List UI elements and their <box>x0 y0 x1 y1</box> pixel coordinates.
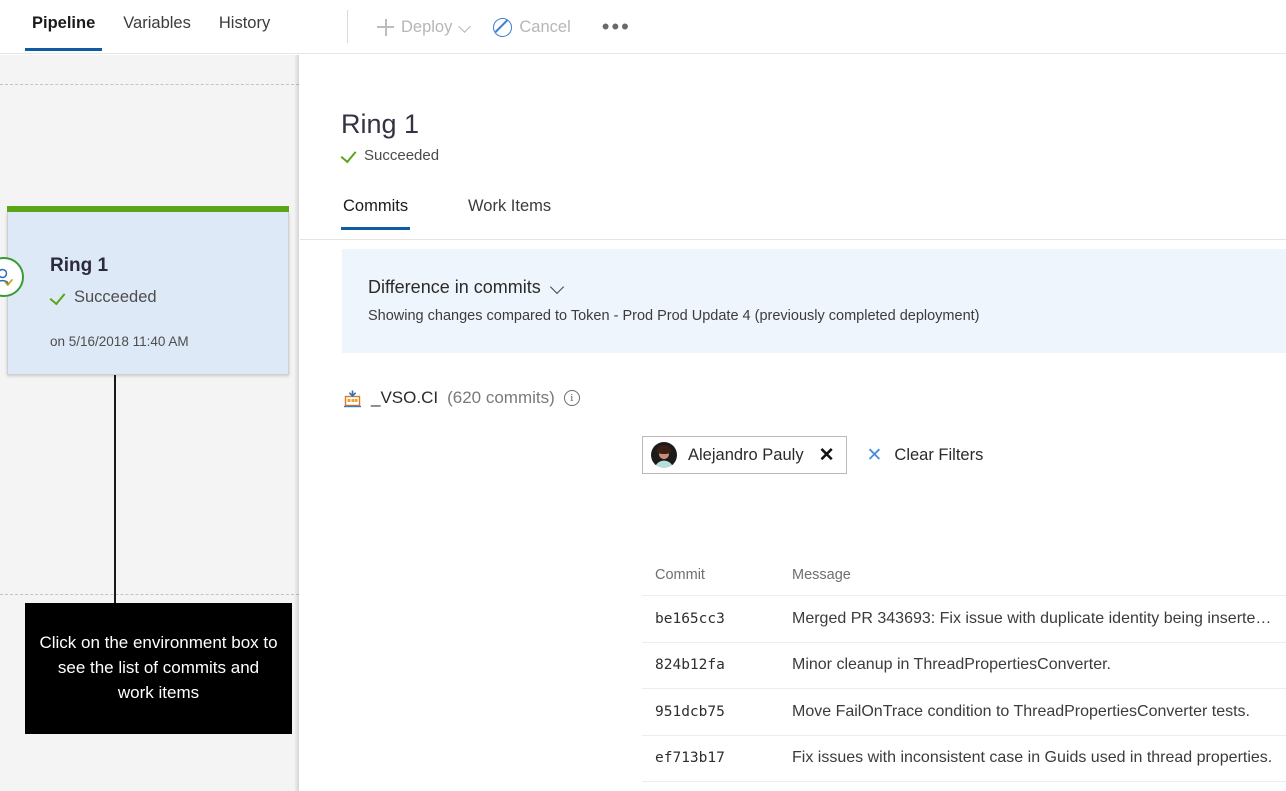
column-header-message: Message <box>792 567 851 583</box>
table-row[interactable]: 951dcb75 Move FailOnTrace condition to T… <box>642 688 1286 735</box>
tab-pipeline[interactable]: Pipeline <box>18 0 109 54</box>
tab-work-items-label: Work Items <box>468 197 552 215</box>
instruction-callout: Click on the environment box to see the … <box>25 603 292 734</box>
table-row[interactable]: ef713b17 Fix issues with inconsistent ca… <box>642 734 1286 782</box>
tab-variables-label: Variables <box>123 14 191 32</box>
tab-pipeline-label: Pipeline <box>32 14 96 32</box>
commit-message: Minor cleanup in ThreadPropertiesConvert… <box>792 656 1111 674</box>
detail-tab-strip: Commits Work Items <box>300 197 1286 240</box>
cancel-circle-icon <box>493 17 513 37</box>
build-artifact-icon <box>344 390 361 407</box>
environment-card-status-bar <box>7 206 289 212</box>
tab-commits[interactable]: Commits <box>340 197 411 230</box>
page-title: Ring 1 <box>341 109 420 139</box>
top-toolbar: Pipeline Variables History Deploy Cancel… <box>0 0 1286 54</box>
environment-card-title: Ring 1 <box>50 255 109 276</box>
author-filter-chip-label: Alejandro Pauly <box>688 445 804 464</box>
check-icon <box>50 289 67 306</box>
filter-bar: Alejandro Pauly ✕ ✕ Clear Filters <box>642 436 983 474</box>
deploy-button[interactable]: Deploy <box>368 14 480 41</box>
environment-card-ring-1[interactable]: Ring 1 Succeeded on 5/16/2018 11:40 AM <box>7 206 289 375</box>
info-icon[interactable]: i <box>563 390 580 406</box>
column-header-commit: Commit <box>655 567 705 583</box>
commits-table: Commit Message Author be165cc3 Merged PR… <box>642 555 1286 791</box>
author-filter-chip[interactable]: Alejandro Pauly ✕ <box>642 436 847 474</box>
ellipsis-icon: ••• <box>601 14 631 39</box>
instruction-callout-text: Click on the environment box to see the … <box>39 633 278 702</box>
status-badge-label: Succeeded <box>364 147 440 164</box>
close-icon: ✕ <box>866 444 883 466</box>
commit-hash: be165cc3 <box>655 610 725 627</box>
tab-history-label: History <box>218 14 271 32</box>
close-icon[interactable]: ✕ <box>819 446 835 465</box>
commit-hash: 951dcb75 <box>655 703 725 720</box>
chevron-down-icon <box>551 281 565 295</box>
canvas-dashed-divider-top <box>0 84 299 85</box>
tab-variables[interactable]: Variables <box>109 0 205 54</box>
toolbar-separator <box>347 10 348 43</box>
commit-message: Merged PR 343693: Fix issue with duplica… <box>792 609 1272 627</box>
table-row[interactable]: 093bb8b0 Add tests to verify whether or … <box>642 781 1286 791</box>
more-actions-button[interactable]: ••• <box>592 16 641 38</box>
difference-in-commits-subtitle: Showing changes compared to Token - Prod… <box>368 308 980 324</box>
clear-filters-label: Clear Filters <box>894 445 984 464</box>
check-icon <box>341 147 358 164</box>
deploy-button-label: Deploy <box>401 17 453 36</box>
environment-card-status-label: Succeeded <box>74 288 157 306</box>
commit-hash: ef713b17 <box>655 750 725 767</box>
canvas-dashed-divider-bottom <box>0 594 299 595</box>
difference-in-commits-banner: Difference in commits Showing changes co… <box>342 249 1286 353</box>
tab-commits-label: Commits <box>343 197 409 215</box>
callout-connector-line <box>114 375 116 603</box>
commit-hash: 824b12fa <box>655 657 725 674</box>
difference-in-commits-toggle[interactable]: Difference in commits <box>368 277 565 298</box>
tab-history[interactable]: History <box>205 0 284 54</box>
cancel-button-label: Cancel <box>519 17 571 36</box>
environment-card-status: Succeeded <box>50 288 157 307</box>
avatar <box>651 442 677 468</box>
difference-in-commits-title: Difference in commits <box>368 277 541 297</box>
table-row[interactable]: be165cc3 Merged PR 343693: Fix issue wit… <box>642 595 1286 642</box>
clear-filters-button[interactable]: ✕ Clear Filters <box>867 446 984 465</box>
environment-detail-pane: Ring 1 Succeeded Commits Work Items Diff… <box>300 55 1286 791</box>
repository-header: _VSO.CI (620 commits) i <box>343 388 580 408</box>
repository-commit-count: (620 commits) <box>447 388 555 407</box>
plus-icon <box>377 18 394 36</box>
commits-table-header: Commit Message Author <box>642 555 1286 595</box>
table-row[interactable]: 824b12fa Minor cleanup in ThreadProperti… <box>642 641 1286 689</box>
pipeline-canvas: Ring 1 Succeeded on 5/16/2018 11:40 AM C… <box>0 55 299 791</box>
environment-card-timestamp: on 5/16/2018 11:40 AM <box>50 334 189 349</box>
tab-work-items[interactable]: Work Items <box>468 197 551 229</box>
commit-message: Fix issues with inconsistent case in Gui… <box>792 749 1273 767</box>
chevron-down-icon <box>459 21 471 33</box>
commit-message: Move FailOnTrace condition to ThreadProp… <box>792 702 1250 720</box>
repository-name: _VSO.CI <box>371 388 439 407</box>
toolbar-actions: Deploy Cancel ••• <box>368 0 641 54</box>
cancel-button[interactable]: Cancel <box>484 14 579 41</box>
status-badge: Succeeded <box>341 147 439 164</box>
main-tab-strip: Pipeline Variables History <box>18 0 284 54</box>
